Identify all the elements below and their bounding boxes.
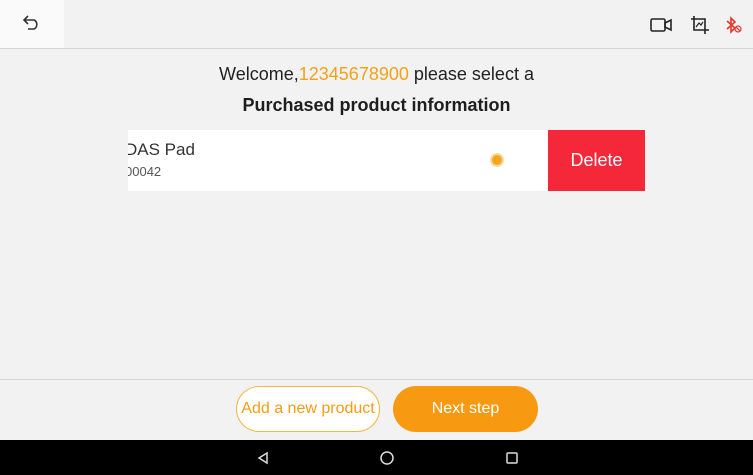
recents-square-icon[interactable] — [503, 449, 521, 467]
next-step-button[interactable]: Next step — [393, 386, 538, 432]
bluetooth-disabled-icon[interactable] — [722, 14, 744, 36]
welcome-suffix: please select a — [408, 64, 534, 84]
account-phone: 12345678900 — [298, 64, 409, 84]
page-title: Purchased product information — [242, 95, 511, 115]
undo-arrow-icon — [22, 14, 42, 35]
delete-button[interactable]: Delete — [548, 130, 645, 191]
top-bar — [0, 0, 753, 49]
welcome-message: Welcome,12345678900 please select a — [0, 64, 753, 85]
add-new-product-button[interactable]: Add a new product — [236, 386, 380, 432]
home-circle-icon[interactable] — [378, 449, 396, 467]
product-name: DAS Pad — [128, 140, 195, 159]
screenshot-crop-icon[interactable] — [689, 14, 711, 36]
system-navigation-bar — [0, 440, 753, 475]
back-triangle-icon[interactable] — [254, 449, 272, 467]
welcome-prefix: Welcome, — [219, 64, 299, 84]
back-button[interactable] — [0, 0, 64, 48]
product-serial: 00042 — [128, 164, 162, 179]
product-select-radio[interactable] — [492, 155, 502, 165]
product-row[interactable]: DAS Pad 00042 Delete — [128, 130, 645, 191]
video-camera-icon[interactable] — [650, 14, 672, 36]
